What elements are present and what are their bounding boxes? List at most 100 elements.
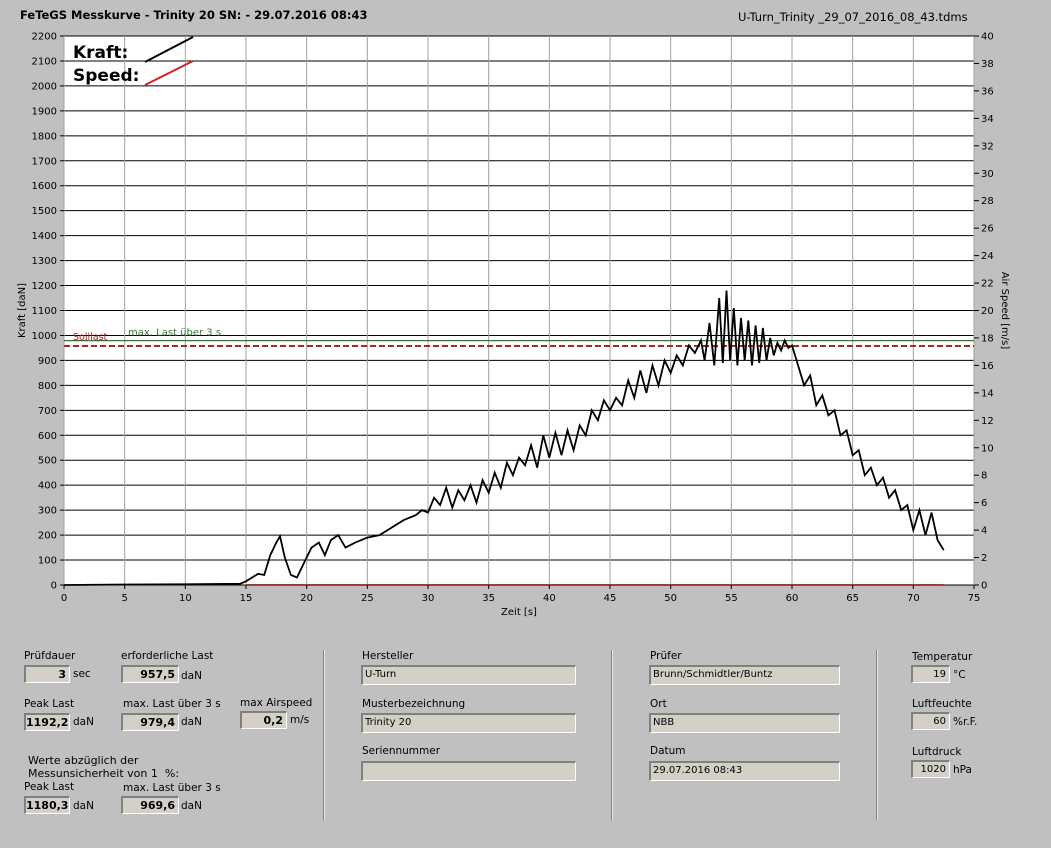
hersteller-field: U-Turn <box>361 665 576 685</box>
ort-label: Ort <box>650 698 667 710</box>
uncertainty-note: Werte abzüglich der Messunsicherheit von… <box>28 754 180 780</box>
y-tick-label: 100 <box>38 556 57 567</box>
peak-last-corrected-label: Peak Last <box>24 781 75 793</box>
y-tick-label: 1000 <box>32 331 57 342</box>
erforderliche-last-label: erforderliche Last <box>121 650 214 662</box>
y-axis-label: Kraft [daN] <box>17 283 28 338</box>
peak-last-corrected-unit: daN <box>73 800 94 812</box>
x-tick-label: 10 <box>179 593 192 604</box>
max-last-unit: daN <box>181 716 202 728</box>
panel-separator <box>323 650 325 820</box>
luftdruck-label: Luftdruck <box>912 746 962 758</box>
y2-tick-label: 40 <box>981 32 994 43</box>
musterbezeichnung-label: Musterbezeichnung <box>362 698 466 710</box>
y-tick-label: 500 <box>38 456 57 467</box>
y2-tick-label: 14 <box>981 388 994 399</box>
y2-tick-label: 34 <box>981 114 994 125</box>
peak-last-unit: daN <box>73 716 94 728</box>
x-tick-label: 60 <box>786 593 799 604</box>
hersteller-label: Hersteller <box>362 650 414 662</box>
peak-last-corrected-value: 1180,3 <box>24 796 70 814</box>
y-tick-label: 1200 <box>32 281 57 292</box>
temperatur-label: Temperatur <box>912 651 973 663</box>
y2-tick-label: 4 <box>981 526 987 537</box>
y2-tick-label: 12 <box>981 416 994 427</box>
peak-last-label: Peak Last <box>24 698 75 710</box>
y-tick-label: 1100 <box>32 306 57 317</box>
y-tick-label: 1300 <box>32 256 57 267</box>
y2-axis-label: Air Speed [m/s] <box>999 272 1010 350</box>
y2-tick-label: 28 <box>981 196 994 207</box>
y-tick-label: 2200 <box>32 32 57 43</box>
y-tick-label: 700 <box>38 406 57 417</box>
y2-tick-label: 6 <box>981 498 987 509</box>
max-last-line-label: max. Last über 3 s <box>128 328 221 339</box>
max-airspeed-label: max Airspeed <box>240 697 313 709</box>
y-tick-label: 1500 <box>32 206 57 217</box>
max-airspeed-value: 0,2 <box>240 711 287 729</box>
y2-tick-label: 18 <box>981 333 994 344</box>
erforderliche-last-value: 957,5 <box>121 665 179 683</box>
y2-tick-label: 20 <box>981 306 994 317</box>
seriennummer-label: Seriennummer <box>362 745 441 757</box>
max-last-corrected-label: max. Last über 3 s <box>123 782 221 794</box>
y2-tick-label: 22 <box>981 279 994 290</box>
pruefer-field: Brunn/Schmidtler/Buntz <box>649 665 840 685</box>
y2-tick-label: 0 <box>981 581 987 592</box>
panel-separator <box>611 650 613 820</box>
legend-kraft-label: Kraft: <box>73 43 128 63</box>
y-tick-label: 2100 <box>32 56 57 67</box>
luftfeuchte-value: 60 <box>911 712 950 730</box>
x-tick-label: 55 <box>725 593 738 604</box>
x-tick-label: 70 <box>907 593 920 604</box>
y2-tick-label: 16 <box>981 361 994 372</box>
y2-tick-label: 30 <box>981 169 994 180</box>
y-tick-label: 1600 <box>32 181 57 192</box>
y-tick-label: 200 <box>38 531 57 542</box>
musterbezeichnung-field: Trinity 20 <box>361 713 576 733</box>
y-tick-label: 1800 <box>32 131 57 142</box>
x-tick-label: 75 <box>968 593 981 604</box>
y-tick-label: 800 <box>38 381 57 392</box>
y2-tick-label: 2 <box>981 553 987 564</box>
load-curve-chart: 0100200300400500600700800900100011001200… <box>17 32 1010 619</box>
y2-tick-label: 8 <box>981 471 987 482</box>
x-tick-label: 15 <box>240 593 253 604</box>
luftfeuchte-label: Luftfeuchte <box>912 698 972 710</box>
luftfeuchte-unit: %r.F. <box>953 716 978 728</box>
x-tick-label: 45 <box>604 593 617 604</box>
panel-separator <box>876 650 878 820</box>
luftdruck-value: 1020 <box>911 760 950 778</box>
temperatur-unit: °C <box>953 669 966 681</box>
y-tick-label: 1700 <box>32 156 57 167</box>
max-last-corrected-unit: daN <box>181 800 202 812</box>
x-tick-label: 65 <box>846 593 859 604</box>
max-last-label: max. Last über 3 s <box>123 698 221 710</box>
y2-tick-label: 26 <box>981 224 994 235</box>
temperatur-value: 19 <box>911 665 950 683</box>
max-last-corrected-value: 969,6 <box>121 796 179 814</box>
y-tick-label: 600 <box>38 431 57 442</box>
y-tick-label: 400 <box>38 481 57 492</box>
y2-tick-label: 10 <box>981 443 994 454</box>
x-axis-label: Zeit [s] <box>501 607 537 618</box>
luftdruck-unit: hPa <box>953 764 972 776</box>
x-tick-label: 40 <box>543 593 556 604</box>
erforderliche-last-unit: daN <box>181 670 202 682</box>
x-tick-label: 20 <box>300 593 313 604</box>
seriennummer-field <box>361 761 576 781</box>
y-tick-label: 300 <box>38 506 57 517</box>
x-tick-label: 30 <box>422 593 435 604</box>
ort-field: NBB <box>649 713 840 733</box>
y-tick-label: 900 <box>38 356 57 367</box>
y2-tick-label: 24 <box>981 251 994 262</box>
y2-tick-label: 36 <box>981 86 994 97</box>
y2-tick-label: 38 <box>981 59 994 70</box>
x-tick-label: 5 <box>121 593 127 604</box>
max-airspeed-unit: m/s <box>290 714 310 726</box>
solllast-line-label: Solllast <box>73 332 108 343</box>
x-tick-label: 35 <box>482 593 495 604</box>
x-tick-label: 0 <box>61 593 67 604</box>
y-tick-label: 0 <box>51 581 57 592</box>
pruefdauer-unit: sec <box>73 668 91 680</box>
